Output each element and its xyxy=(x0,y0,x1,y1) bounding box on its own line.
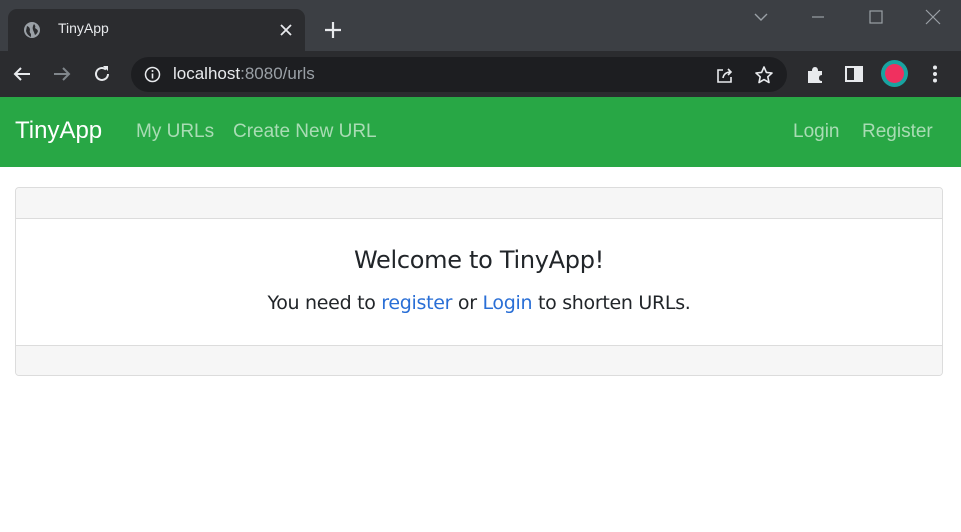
welcome-card: Welcome to TinyApp! You need to register… xyxy=(15,187,943,376)
maximize-icon[interactable] xyxy=(866,7,886,27)
url-host: localhost xyxy=(173,64,241,83)
browser-tab-strip: TinyApp xyxy=(0,0,961,51)
message-text-middle: or xyxy=(452,292,483,314)
register-link[interactable]: register xyxy=(381,292,452,314)
window-close-icon[interactable] xyxy=(923,7,943,27)
profile-avatar[interactable] xyxy=(881,60,908,87)
url-text: localhost:8080/urls xyxy=(173,64,315,84)
card-body: Welcome to TinyApp! You need to register… xyxy=(16,219,942,345)
message-text-before: You need to xyxy=(267,292,382,314)
extensions-puzzle-icon[interactable] xyxy=(804,63,826,85)
close-icon[interactable] xyxy=(278,22,294,38)
message-text-after: to shorten URLs. xyxy=(532,292,691,314)
side-panel-icon[interactable] xyxy=(843,63,865,85)
bookmark-star-icon[interactable] xyxy=(754,65,774,85)
chevron-down-icon[interactable] xyxy=(751,7,771,27)
minimize-icon[interactable] xyxy=(808,7,828,27)
browser-tab[interactable]: TinyApp xyxy=(8,9,305,51)
card-header xyxy=(16,188,942,219)
address-bar[interactable]: localhost:8080/urls xyxy=(131,57,787,92)
new-tab-plus-icon[interactable] xyxy=(322,19,344,41)
back-arrow-icon[interactable] xyxy=(11,63,33,85)
forward-arrow-icon[interactable] xyxy=(51,63,73,85)
globe-icon xyxy=(24,22,40,38)
tab-title: TinyApp xyxy=(58,20,109,36)
reload-icon[interactable] xyxy=(91,63,113,85)
app-navbar: TinyApp My URLs Create New URL Login Reg… xyxy=(0,97,961,167)
info-icon[interactable] xyxy=(144,66,161,83)
login-link[interactable]: Login xyxy=(482,292,532,314)
url-path: :8080/urls xyxy=(240,64,315,83)
nav-my-urls[interactable]: My URLs xyxy=(136,121,214,143)
card-footer xyxy=(16,345,942,375)
welcome-message: You need to register or Login to shorten… xyxy=(16,292,942,314)
share-icon[interactable] xyxy=(715,65,735,85)
welcome-heading: Welcome to TinyApp! xyxy=(354,246,604,274)
more-menu-icon[interactable] xyxy=(924,63,946,85)
brand-logo-link[interactable]: TinyApp xyxy=(15,117,102,145)
browser-toolbar: localhost:8080/urls xyxy=(0,51,961,97)
nav-register[interactable]: Register xyxy=(862,121,933,143)
nav-login[interactable]: Login xyxy=(793,121,840,143)
nav-create-new-url[interactable]: Create New URL xyxy=(233,121,377,143)
avatar-image xyxy=(885,64,904,83)
